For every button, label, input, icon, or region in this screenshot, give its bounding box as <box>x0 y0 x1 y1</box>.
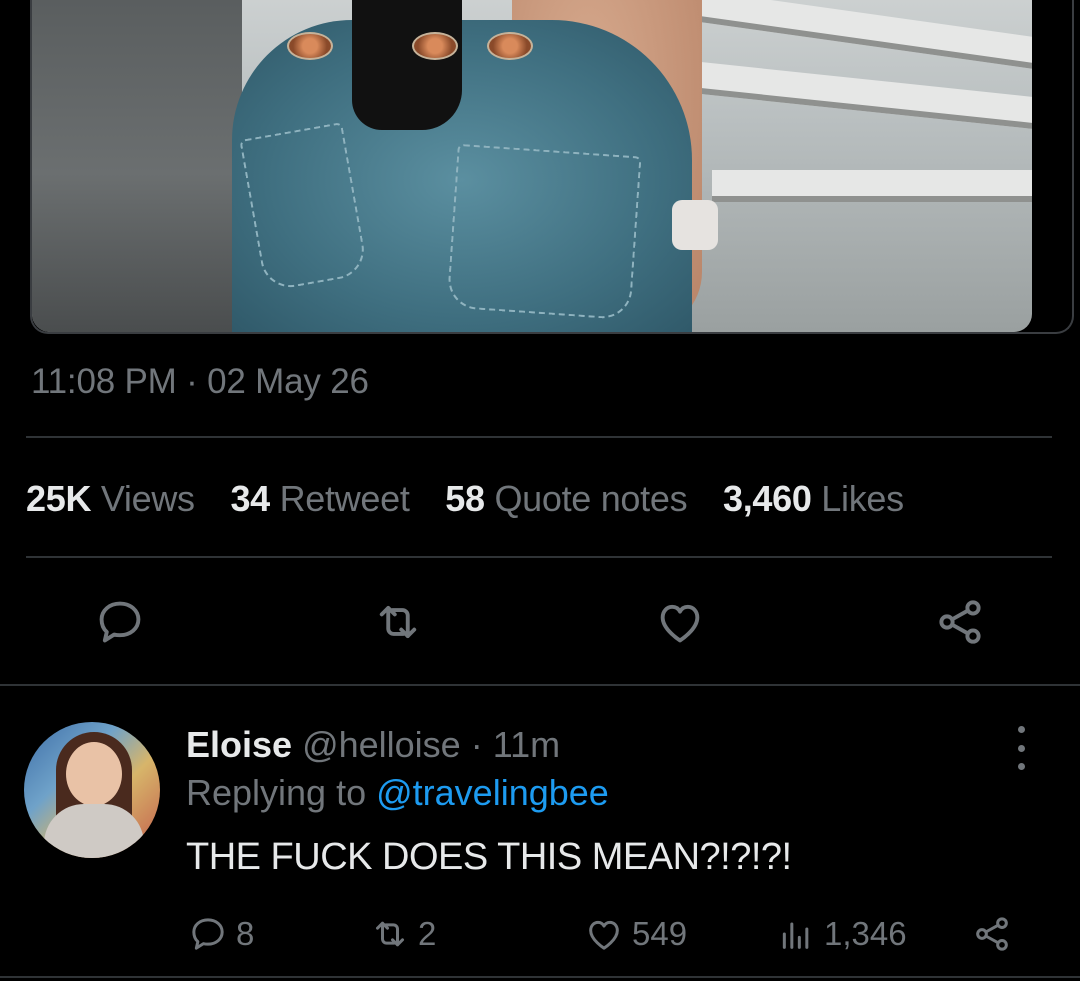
reply-share-button[interactable] <box>972 912 1020 956</box>
reply-time[interactable]: 11m <box>493 724 560 765</box>
photo-pocket <box>446 143 642 321</box>
photo-belt-concho <box>412 32 458 60</box>
stat-count: 34 <box>230 478 270 519</box>
stat-count: 3,460 <box>722 478 812 519</box>
reply-author-name[interactable]: Eloise <box>186 724 292 765</box>
stat-label: Views <box>100 478 195 519</box>
reply-button[interactable] <box>90 592 150 652</box>
share-button[interactable] <box>930 592 990 652</box>
reply-header: Eloise @helloise · 11m <box>186 724 560 766</box>
photo-shirt <box>352 0 462 130</box>
more-dot <box>1017 726 1025 733</box>
replying-to: Replying to @travelingbee <box>186 772 609 814</box>
reply-author-handle[interactable]: @helloise <box>302 724 461 765</box>
reply-text: THE FUCK DOES THIS MEAN?!?!?! <box>186 836 792 878</box>
tweet-photo[interactable] <box>32 0 1032 332</box>
section-divider <box>0 684 1080 686</box>
stat-label: Retweet <box>279 478 410 519</box>
reply-like-button[interactable]: 549 <box>584 912 687 956</box>
retweet-button[interactable] <box>368 592 428 652</box>
avatar-face <box>66 742 122 806</box>
divider <box>26 556 1052 558</box>
section-divider <box>0 976 1080 978</box>
tweet-stats: 25K Views 34 Retweet 58 Quote notes 3,46… <box>26 478 930 520</box>
stat-label: Quote notes <box>494 478 688 519</box>
like-icon <box>660 604 700 643</box>
reply-views-button[interactable]: 1,346 <box>776 912 907 956</box>
photo-bleacher <box>682 60 1032 132</box>
like-button[interactable] <box>650 592 710 652</box>
reply-separator: · <box>470 724 483 765</box>
reply-count: 8 <box>236 915 255 952</box>
stat-views[interactable]: 25K Views <box>26 478 195 519</box>
replying-to-mention[interactable]: @travelingbee <box>376 772 609 813</box>
reply-reply-button[interactable]: 8 <box>188 912 254 956</box>
like-count: 549 <box>632 915 688 952</box>
stat-label: Likes <box>821 478 904 519</box>
more-dot <box>1017 763 1025 770</box>
photo-bleacher <box>712 170 1032 202</box>
more-options-button[interactable] <box>1006 726 1036 770</box>
divider <box>26 436 1052 438</box>
stat-count: 25K <box>26 478 92 519</box>
like-icon <box>589 920 619 950</box>
stat-retweets[interactable]: 34 Retweet <box>230 478 409 519</box>
reply-retweet-button[interactable]: 2 <box>370 912 436 956</box>
share-icon <box>976 917 1008 951</box>
tweet-timestamp[interactable]: 11:08 PM · 02 May 26 <box>31 362 369 402</box>
photo-belt-concho <box>487 32 533 60</box>
retweet-icon <box>379 605 417 639</box>
stat-likes[interactable]: 3,460 Likes <box>723 478 904 519</box>
retweet-count: 2 <box>418 915 437 952</box>
more-dot <box>1017 744 1025 752</box>
stat-count: 58 <box>445 478 485 519</box>
stat-quotes[interactable]: 58 Quote notes <box>445 478 687 519</box>
reply-icon <box>99 601 141 643</box>
photo-belt-concho <box>287 32 333 60</box>
tweet-media-frame[interactable] <box>30 0 1074 334</box>
views-count: 1,346 <box>824 915 907 952</box>
replying-to-label: Replying to <box>186 772 367 813</box>
share-icon <box>939 600 981 644</box>
photo-wall <box>32 0 242 332</box>
retweet-icon <box>376 921 404 947</box>
avatar-body <box>44 804 144 858</box>
reply-icon <box>192 918 224 950</box>
avatar[interactable] <box>24 722 160 858</box>
views-icon <box>782 922 809 949</box>
photo-watch <box>672 200 718 250</box>
